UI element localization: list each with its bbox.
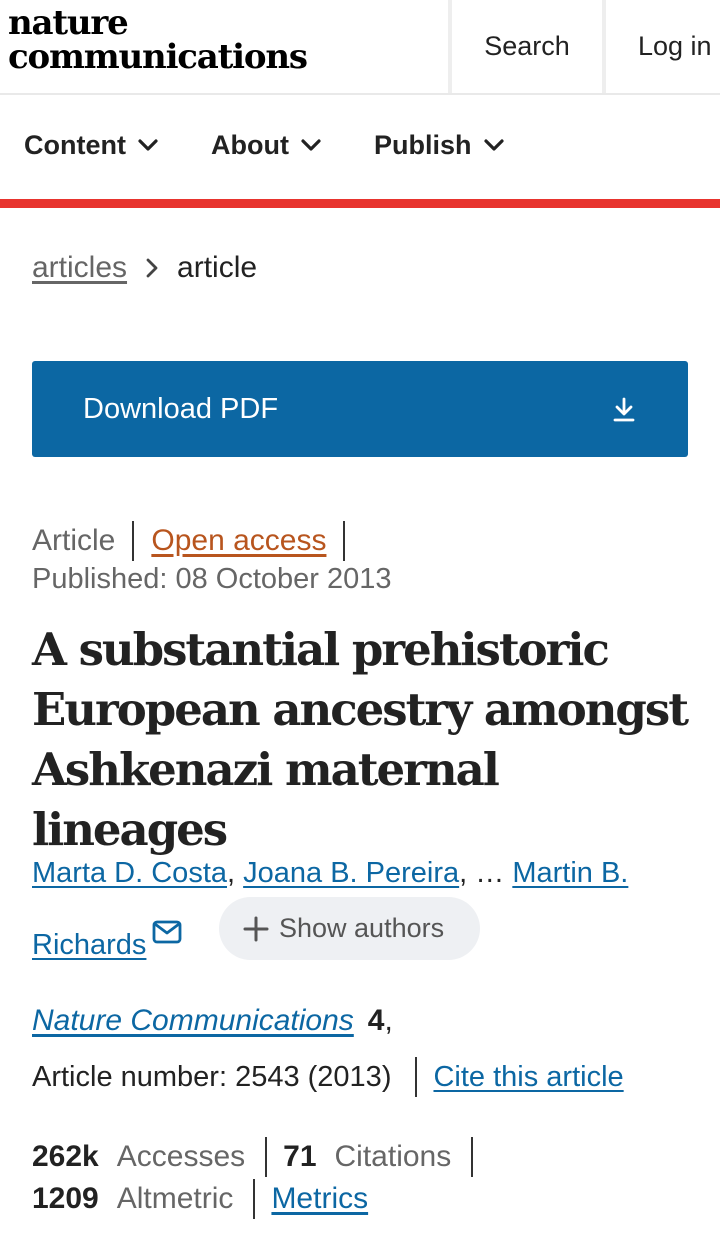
accent-divider: [0, 199, 720, 208]
cite-this-article-link[interactable]: Cite this article: [433, 1061, 623, 1094]
show-authors-label: Show authors: [279, 913, 445, 943]
search-button[interactable]: Search: [448, 0, 602, 93]
chevron-down-icon: [301, 139, 321, 151]
show-authors-button[interactable]: Show authors: [219, 897, 480, 960]
mail-icon[interactable]: [152, 904, 182, 966]
volume-number: 4: [367, 1004, 385, 1037]
nav-item-content[interactable]: Content: [24, 123, 158, 167]
chevron-down-icon: [138, 139, 158, 151]
article-title: A substantial prehistoric European ances…: [32, 623, 689, 856]
breadcrumb-current: article: [177, 251, 258, 284]
article-number-row: Article number: 2543 (2013) Cite this ar…: [32, 1056, 624, 1098]
divider: [415, 1057, 418, 1097]
author-ellipsis: …: [475, 857, 505, 889]
chevron-down-icon: [483, 139, 504, 151]
journal-logo[interactable]: nature communications: [8, 3, 308, 77]
citations-label: Citations: [334, 1140, 452, 1173]
altmetric-label: Altmetric: [116, 1182, 234, 1215]
altmetric-value: 1209: [32, 1182, 99, 1215]
citations-value: 71: [283, 1140, 317, 1173]
article-meta: Article Open access: [32, 520, 362, 562]
journal-link[interactable]: Nature Communications: [32, 1004, 354, 1038]
main-nav: Content About Publish: [0, 95, 720, 199]
divider: [132, 521, 135, 561]
download-pdf-label: Download PDF: [83, 392, 279, 425]
metrics-row: 262k Accesses 71 Citations: [32, 1136, 489, 1178]
nav-item-label: Content: [24, 129, 126, 160]
metrics-link[interactable]: Metrics: [271, 1182, 368, 1216]
accesses-label: Accesses: [116, 1140, 246, 1173]
published-date: Published: 08 October 2013: [32, 563, 392, 595]
open-access-link[interactable]: Open access: [151, 524, 326, 558]
divider: [265, 1137, 268, 1177]
nav-item-publish[interactable]: Publish: [374, 123, 504, 167]
nav-item-about[interactable]: About: [211, 123, 321, 167]
divider: [471, 1137, 474, 1177]
logo-line-2: communications: [8, 37, 308, 77]
breadcrumb: articles article: [32, 246, 257, 290]
author-separator: ,: [459, 857, 468, 889]
site-header: nature communications Search Log in: [0, 0, 720, 95]
journal-volume: 4,: [368, 1004, 393, 1038]
chevron-right-icon: [145, 257, 159, 279]
author-link[interactable]: Joana B. Pereira: [243, 857, 459, 889]
article-number: Article number: 2543 (2013): [32, 1060, 392, 1093]
article-type: Article: [32, 524, 116, 557]
breadcrumb-link-articles[interactable]: articles: [32, 251, 127, 285]
divider: [253, 1179, 256, 1219]
author-link[interactable]: Marta D. Costa: [32, 857, 227, 889]
logo-line-1: nature: [8, 3, 129, 43]
accesses-value: 262k: [32, 1140, 99, 1173]
download-pdf-button[interactable]: Download PDF: [32, 361, 688, 457]
author-separator: ,: [227, 857, 236, 889]
nav-item-label: About: [211, 129, 289, 160]
download-icon: [613, 397, 635, 422]
nav-item-label: Publish: [374, 129, 472, 160]
login-button[interactable]: Log in: [602, 0, 720, 93]
divider: [343, 521, 346, 561]
journal-info: Nature Communications 4,: [32, 1000, 393, 1042]
metrics-row: 1209 Altmetric Metrics: [32, 1178, 368, 1220]
volume-comma: ,: [384, 1004, 393, 1037]
plus-icon: [243, 916, 269, 941]
